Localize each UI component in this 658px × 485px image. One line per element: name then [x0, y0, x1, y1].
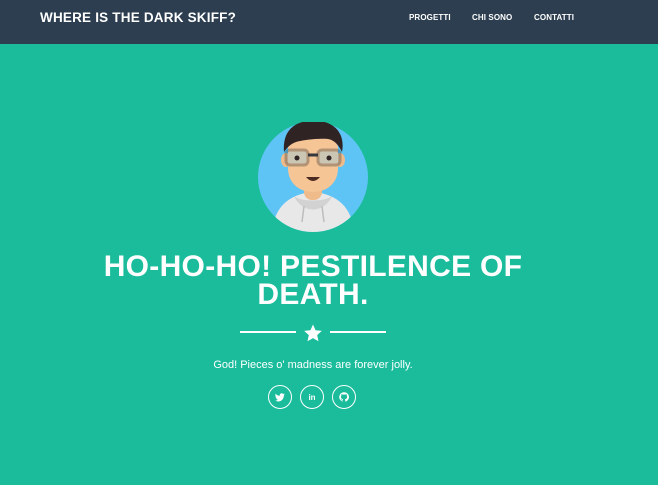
nav-item-progetti[interactable]: PROGETTI	[409, 13, 451, 22]
twitter-icon	[275, 392, 285, 402]
hero-tagline: God! Pieces o' madness are forever jolly…	[213, 359, 413, 371]
linkedin-link[interactable]: in	[300, 385, 324, 409]
nav-item-chi-sono[interactable]: CHI SONO	[472, 13, 512, 22]
avatar	[258, 120, 368, 232]
brand-link[interactable]: WHERE IS THE DARK SKIFF?	[40, 10, 236, 25]
github-link[interactable]	[332, 385, 356, 409]
linkedin-icon: in	[308, 392, 316, 402]
nav-item-contatti[interactable]: CONTATTI	[534, 13, 574, 22]
star-icon	[303, 323, 323, 343]
divider-line-right	[330, 331, 386, 333]
twitter-link[interactable]	[268, 385, 292, 409]
navbar: WHERE IS THE DARK SKIFF? PROGETTI CHI SO…	[0, 0, 658, 44]
divider-line-left	[240, 331, 296, 333]
hero-title: HO-HO-HO! PESTILENCE OF DEATH.	[103, 250, 523, 311]
github-icon	[339, 392, 349, 402]
